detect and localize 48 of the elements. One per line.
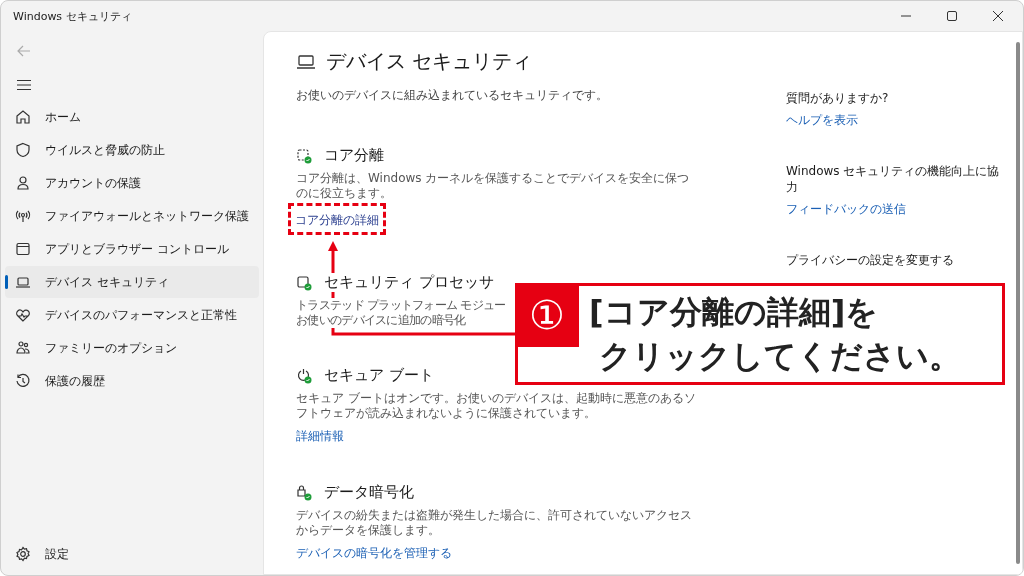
section-link[interactable]: 詳細情報 — [296, 428, 344, 445]
processor-check-icon — [296, 274, 312, 291]
settings-icon — [15, 546, 31, 562]
aside-heading: 質問がありますか? — [786, 90, 890, 106]
history-icon — [15, 373, 31, 389]
section-link[interactable]: コア分離の詳細 — [295, 212, 379, 229]
callout-text: [コア分離の詳細]を — [589, 292, 880, 333]
window-icon — [15, 241, 31, 257]
chip-check-icon — [296, 147, 312, 164]
sidebar-item[interactable]: ファミリーのオプション — [5, 332, 259, 364]
section-title: セキュア ブート — [324, 366, 434, 385]
section-title: セキュリティ プロセッサ — [324, 273, 494, 292]
section-link[interactable]: デバイスの暗号化を管理する — [296, 545, 452, 562]
person-icon — [15, 175, 31, 191]
sidebar-item[interactable]: アカウントの保護 — [5, 167, 259, 199]
family-icon — [15, 340, 31, 356]
aside-heading: プライバシーの設定を変更する — [786, 252, 955, 268]
aside-link[interactable]: フィードバックの送信 — [786, 201, 906, 218]
heart-icon — [15, 307, 31, 323]
laptop-icon — [296, 53, 316, 70]
page-subtitle: お使いのデバイスに組み込まれているセキュリティです。 — [296, 87, 609, 104]
scrollbar[interactable] — [1016, 42, 1020, 564]
antenna-icon — [15, 208, 31, 224]
page-title: デバイス セキュリティ — [326, 48, 533, 75]
aside-heading: Windows セキュリティの機能向上に協力 — [786, 163, 1001, 195]
close-icon[interactable] — [993, 11, 1003, 21]
lock-check-icon — [296, 484, 312, 501]
shield-icon — [15, 142, 31, 158]
aside-link[interactable]: ヘルプを表示 — [786, 112, 858, 129]
menu-icon[interactable] — [17, 79, 31, 91]
sidebar-item[interactable]: ホーム — [5, 101, 259, 133]
maximize-icon[interactable] — [947, 11, 957, 21]
callout-text: クリックしてください。 — [598, 336, 961, 377]
sidebar-item[interactable]: デバイスのパフォーマンスと正常性 — [5, 299, 259, 331]
section-description: お使いのデバイスに追加の暗号化 — [296, 313, 466, 328]
section-title: コア分離 — [324, 146, 384, 165]
window-title: Windows セキュリティ — [13, 8, 132, 24]
sidebar-item[interactable]: アプリとブラウザー コントロール — [5, 233, 259, 265]
sidebar-item[interactable]: 保護の履歴 — [5, 365, 259, 397]
home-icon — [15, 109, 31, 125]
sidebar-item[interactable]: ファイアウォールとネットワーク保護 — [5, 200, 259, 232]
settings-item[interactable]: 設定 — [5, 538, 259, 570]
sidebar-item[interactable]: デバイス セキュリティ — [5, 266, 259, 298]
laptop-icon — [15, 274, 31, 290]
section-title: データ暗号化 — [324, 483, 414, 502]
step-number: ① — [515, 283, 579, 347]
sidebar-item[interactable]: ウイルスと脅威の防止 — [5, 134, 259, 166]
power-check-icon — [296, 367, 312, 384]
